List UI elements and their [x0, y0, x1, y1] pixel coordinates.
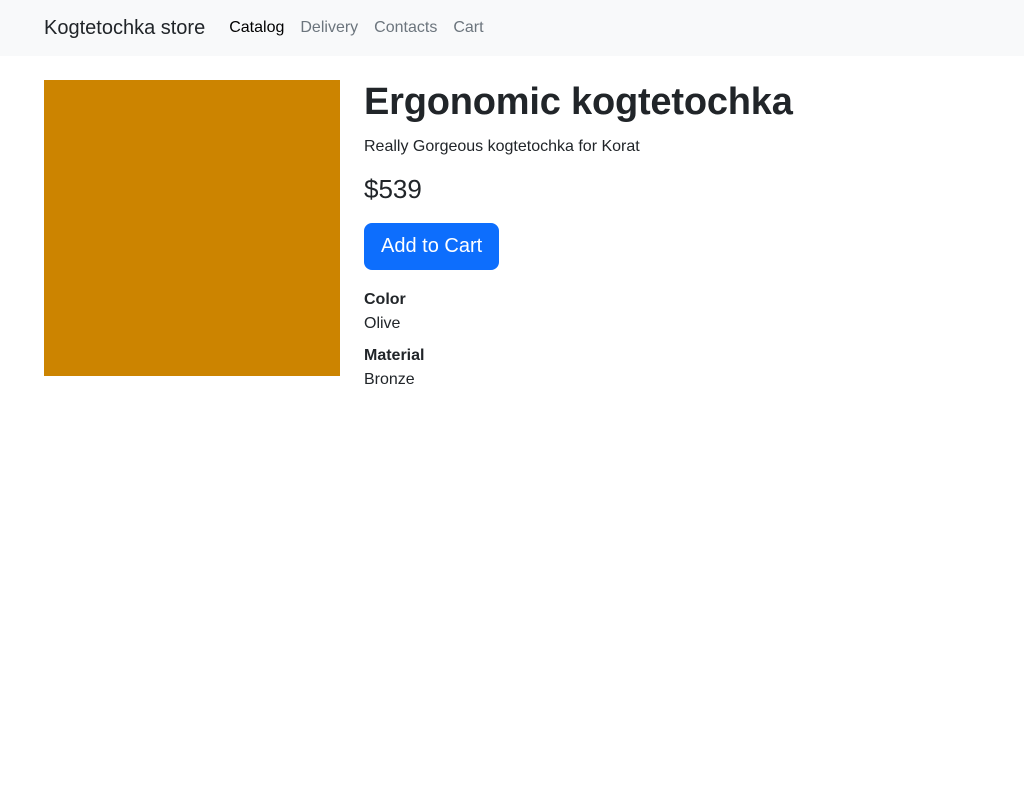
nav-links: Catalog Delivery Contacts Cart [229, 20, 499, 36]
product-image [44, 80, 340, 376]
product-details: Ergonomic kogtetochka Really Gorgeous ko… [364, 80, 964, 400]
attribute-name-material: Material [364, 347, 425, 365]
product-price: $539 [364, 173, 422, 204]
add-to-cart-button[interactable]: Add to Cart [364, 223, 500, 271]
nav-link-delivery[interactable]: Delivery [300, 20, 358, 36]
attribute-name-color: Color [364, 291, 406, 309]
top-navbar: Kogtetochka store Catalog Delivery Conta… [0, 0, 1024, 56]
brand-link[interactable]: Kogtetochka store [44, 18, 205, 38]
nav-link-contacts[interactable]: Contacts [374, 20, 437, 36]
attribute-value-color: Olive [364, 315, 401, 333]
nav-link-cart[interactable]: Cart [453, 20, 483, 36]
nav-link-catalog[interactable]: Catalog [229, 20, 284, 36]
attribute-value-material: Bronze [364, 371, 415, 389]
product-attributes: Color Olive Material Bronze [364, 288, 964, 392]
product-title: Ergonomic kogtetochka [364, 81, 793, 123]
product-description: Really Gorgeous kogtetochka for Korat [364, 137, 640, 155]
